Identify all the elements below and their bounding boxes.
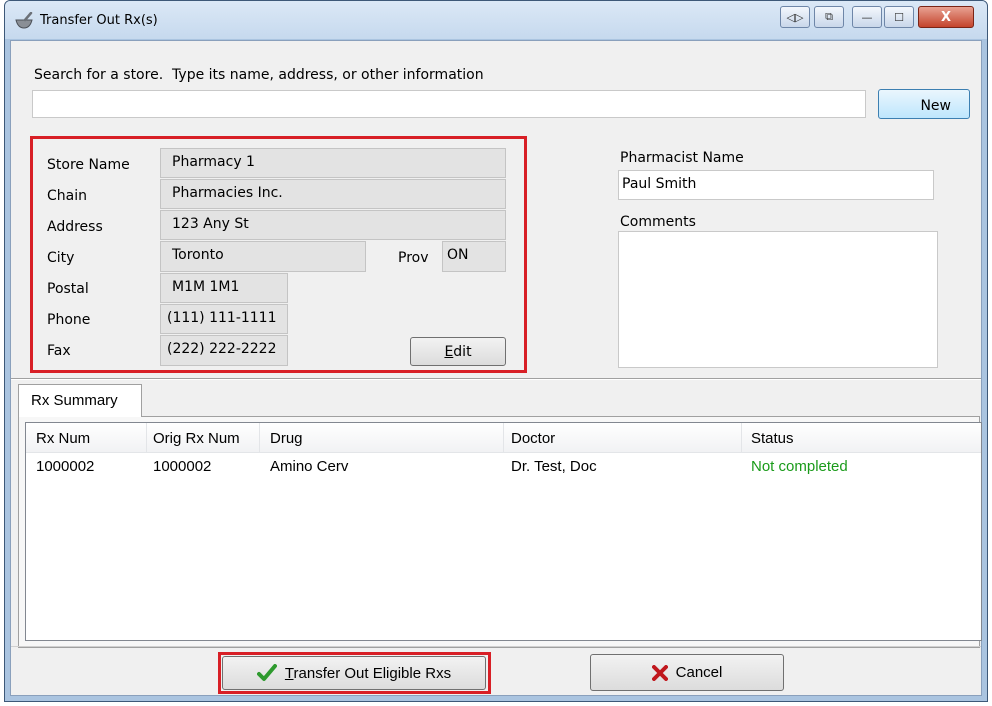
maximize-icon: ☐ bbox=[894, 10, 904, 24]
tab-rx-summary[interactable]: Rx Summary bbox=[18, 384, 142, 417]
city-field[interactable]: Toronto bbox=[160, 241, 366, 272]
window-extra-icon: ⧉ bbox=[825, 10, 833, 23]
nav-arrows-button[interactable]: ◁▷ bbox=[780, 6, 810, 28]
cancel-label: Cancel bbox=[675, 664, 723, 681]
nav-arrows-icon: ◁▷ bbox=[786, 10, 804, 24]
window-title: Transfer Out Rx(s) bbox=[40, 13, 158, 28]
transfer-out-button[interactable]: Transfer Out Eligible Rxs bbox=[222, 656, 486, 690]
postal-field[interactable]: M1M 1M1 bbox=[160, 273, 288, 303]
edit-button-label: dit bbox=[453, 343, 472, 360]
cell-rx-num: 1000002 bbox=[36, 458, 95, 475]
phone-label: Phone bbox=[47, 312, 91, 328]
prov-label: Prov bbox=[398, 250, 429, 266]
phone-field[interactable]: (111) 111-1111 bbox=[160, 304, 288, 334]
minimize-button[interactable]: — bbox=[852, 6, 882, 28]
close-button[interactable]: X bbox=[918, 6, 974, 28]
chain-label: Chain bbox=[47, 188, 87, 204]
pharmacist-name-label: Pharmacist Name bbox=[620, 150, 744, 166]
cell-doctor: Dr. Test, Doc bbox=[511, 458, 597, 475]
window-extra-button[interactable]: ⧉ bbox=[814, 6, 844, 28]
minimize-icon: — bbox=[861, 10, 873, 24]
section-divider bbox=[11, 378, 981, 380]
search-input[interactable] bbox=[32, 90, 866, 118]
transfer-label-rest: ransfer Out Eligible Rxs bbox=[293, 664, 452, 682]
comments-textarea[interactable] bbox=[618, 231, 938, 368]
chain-field[interactable]: Pharmacies Inc. bbox=[160, 179, 506, 209]
store-name-label: Store Name bbox=[47, 157, 130, 173]
column-header-rx-num[interactable]: Rx Num bbox=[36, 430, 90, 447]
footer-divider bbox=[11, 646, 981, 647]
column-header-orig-rx-num[interactable]: Orig Rx Num bbox=[153, 430, 240, 447]
header-separator bbox=[259, 423, 260, 453]
pharmacist-name-input[interactable]: Paul Smith bbox=[618, 170, 934, 200]
search-label: Search for a store. Type its name, addre… bbox=[34, 67, 484, 83]
cell-drug: Amino Cerv bbox=[270, 458, 349, 475]
mortar-pestle-icon bbox=[15, 12, 33, 29]
header-separator bbox=[503, 423, 504, 453]
postal-label: Postal bbox=[47, 281, 89, 297]
checkmark-icon bbox=[256, 664, 277, 681]
edit-accel-key: E bbox=[444, 343, 454, 360]
address-field[interactable]: 123 Any St bbox=[160, 210, 506, 240]
transfer-accel-key: T bbox=[284, 664, 294, 682]
transfer-out-label: Transfer Out Eligible Rxs bbox=[285, 665, 451, 682]
new-store-button[interactable]: New bbox=[878, 89, 970, 119]
cancel-button[interactable]: Cancel bbox=[590, 654, 784, 691]
fax-label: Fax bbox=[47, 343, 71, 359]
cell-status: Not completed bbox=[751, 458, 848, 475]
cell-orig-rx-num: 1000002 bbox=[153, 458, 212, 475]
column-header-doctor[interactable]: Doctor bbox=[511, 430, 555, 447]
fax-field[interactable]: (222) 222-2222 bbox=[160, 335, 288, 366]
header-separator bbox=[146, 423, 147, 453]
column-header-status[interactable]: Status bbox=[751, 430, 794, 447]
address-label: Address bbox=[47, 219, 103, 235]
header-separator bbox=[741, 423, 742, 453]
edit-store-button[interactable]: Edit bbox=[410, 337, 506, 366]
x-icon bbox=[651, 664, 668, 681]
store-name-field[interactable]: Pharmacy 1 bbox=[160, 148, 506, 178]
comments-label: Comments bbox=[620, 214, 696, 230]
prov-field[interactable]: ON bbox=[442, 241, 506, 272]
column-header-drug[interactable]: Drug bbox=[270, 430, 303, 447]
close-icon: X bbox=[940, 9, 952, 25]
maximize-button[interactable]: ☐ bbox=[884, 6, 914, 28]
city-label: City bbox=[47, 250, 75, 266]
